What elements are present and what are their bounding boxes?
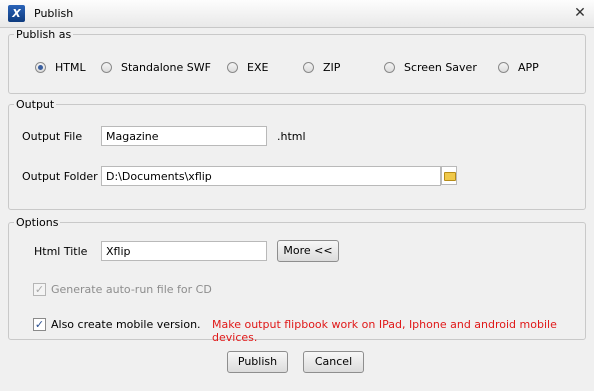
output-group xyxy=(8,104,586,210)
radio-app-label: APP xyxy=(518,60,539,74)
options-label: Options xyxy=(14,216,61,229)
title-bar: X Publish ✕ xyxy=(0,0,594,28)
cancel-button[interactable]: Cancel xyxy=(303,351,364,373)
radio-html-indicator[interactable] xyxy=(35,61,46,73)
autorun-label: Generate auto-run file for CD xyxy=(51,283,212,296)
output-label: Output xyxy=(14,98,57,111)
radio-app-indicator[interactable] xyxy=(498,61,509,73)
radio-screen-saver-indicator[interactable] xyxy=(384,61,395,73)
radio-exe-indicator[interactable] xyxy=(227,61,238,73)
output-file-field[interactable] xyxy=(101,126,267,146)
mobile-version-checkbox[interactable]: ✓ xyxy=(33,318,46,331)
radio-app[interactable]: APP xyxy=(498,60,539,74)
app-icon: X xyxy=(8,5,25,22)
browse-folder-button[interactable] xyxy=(441,166,457,185)
output-folder-field[interactable] xyxy=(101,166,441,186)
html-title-label: Html Title xyxy=(34,245,88,258)
html-title-field[interactable] xyxy=(101,241,267,261)
close-button[interactable]: ✕ xyxy=(570,4,590,22)
publish-button[interactable]: Publish xyxy=(227,351,288,373)
publish-as-label: Publish as xyxy=(14,28,74,41)
mobile-version-label: Also create mobile version. xyxy=(51,318,201,331)
output-folder-label: Output Folder xyxy=(22,170,98,183)
autorun-checkbox[interactable]: ✓ xyxy=(33,283,46,296)
output-file-extension: .html xyxy=(277,130,306,143)
radio-standalone-swf-indicator[interactable] xyxy=(101,61,112,73)
radio-html-label: HTML xyxy=(55,60,86,74)
window-title: Publish xyxy=(34,7,74,20)
more-button[interactable]: More << xyxy=(277,240,339,262)
radio-zip[interactable]: ZIP xyxy=(303,60,340,74)
radio-screen-saver[interactable]: Screen Saver xyxy=(384,60,477,74)
radio-standalone-swf-label: Standalone SWF xyxy=(121,60,211,74)
radio-exe[interactable]: EXE xyxy=(227,60,268,74)
radio-screen-saver-label: Screen Saver xyxy=(404,60,477,74)
radio-zip-label: ZIP xyxy=(323,60,341,74)
mobile-version-note: Make output flipbook work on IPad, Iphon… xyxy=(212,318,557,344)
radio-zip-indicator[interactable] xyxy=(303,61,314,73)
output-file-label: Output File xyxy=(22,130,83,143)
folder-icon xyxy=(444,172,456,181)
radio-html[interactable]: HTML xyxy=(35,60,86,74)
radio-exe-label: EXE xyxy=(247,60,269,74)
radio-standalone-swf[interactable]: Standalone SWF xyxy=(101,60,211,74)
